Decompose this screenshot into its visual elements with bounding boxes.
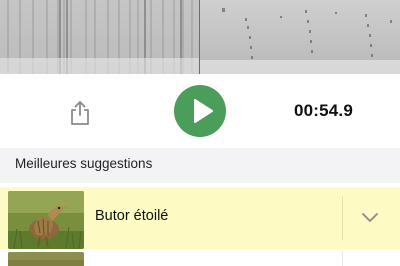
share-button[interactable] bbox=[68, 100, 92, 126]
divider bbox=[342, 251, 343, 266]
bird-thumbnail bbox=[8, 191, 84, 249]
suggestion-row[interactable]: Butor étoilé bbox=[0, 187, 400, 249]
playhead[interactable] bbox=[199, 0, 200, 74]
playback-time: 00:54.9 bbox=[293, 101, 353, 120]
spectrogram[interactable] bbox=[0, 0, 400, 74]
chevron-down-icon bbox=[362, 213, 378, 222]
play-icon bbox=[194, 99, 213, 123]
section-title: Meilleures suggestions bbox=[15, 156, 153, 171]
play-button[interactable] bbox=[174, 85, 226, 137]
species-name: Butor étoilé bbox=[95, 208, 169, 224]
expand-button[interactable] bbox=[360, 209, 380, 227]
spectrogram-image bbox=[0, 0, 400, 74]
share-icon bbox=[71, 101, 89, 125]
suggestion-row[interactable] bbox=[0, 251, 400, 266]
divider bbox=[342, 196, 343, 240]
player-controls: 00:54.9 bbox=[0, 74, 400, 148]
bird-thumbnail bbox=[8, 252, 84, 266]
suggestions-header: Meilleures suggestions bbox=[0, 148, 400, 183]
